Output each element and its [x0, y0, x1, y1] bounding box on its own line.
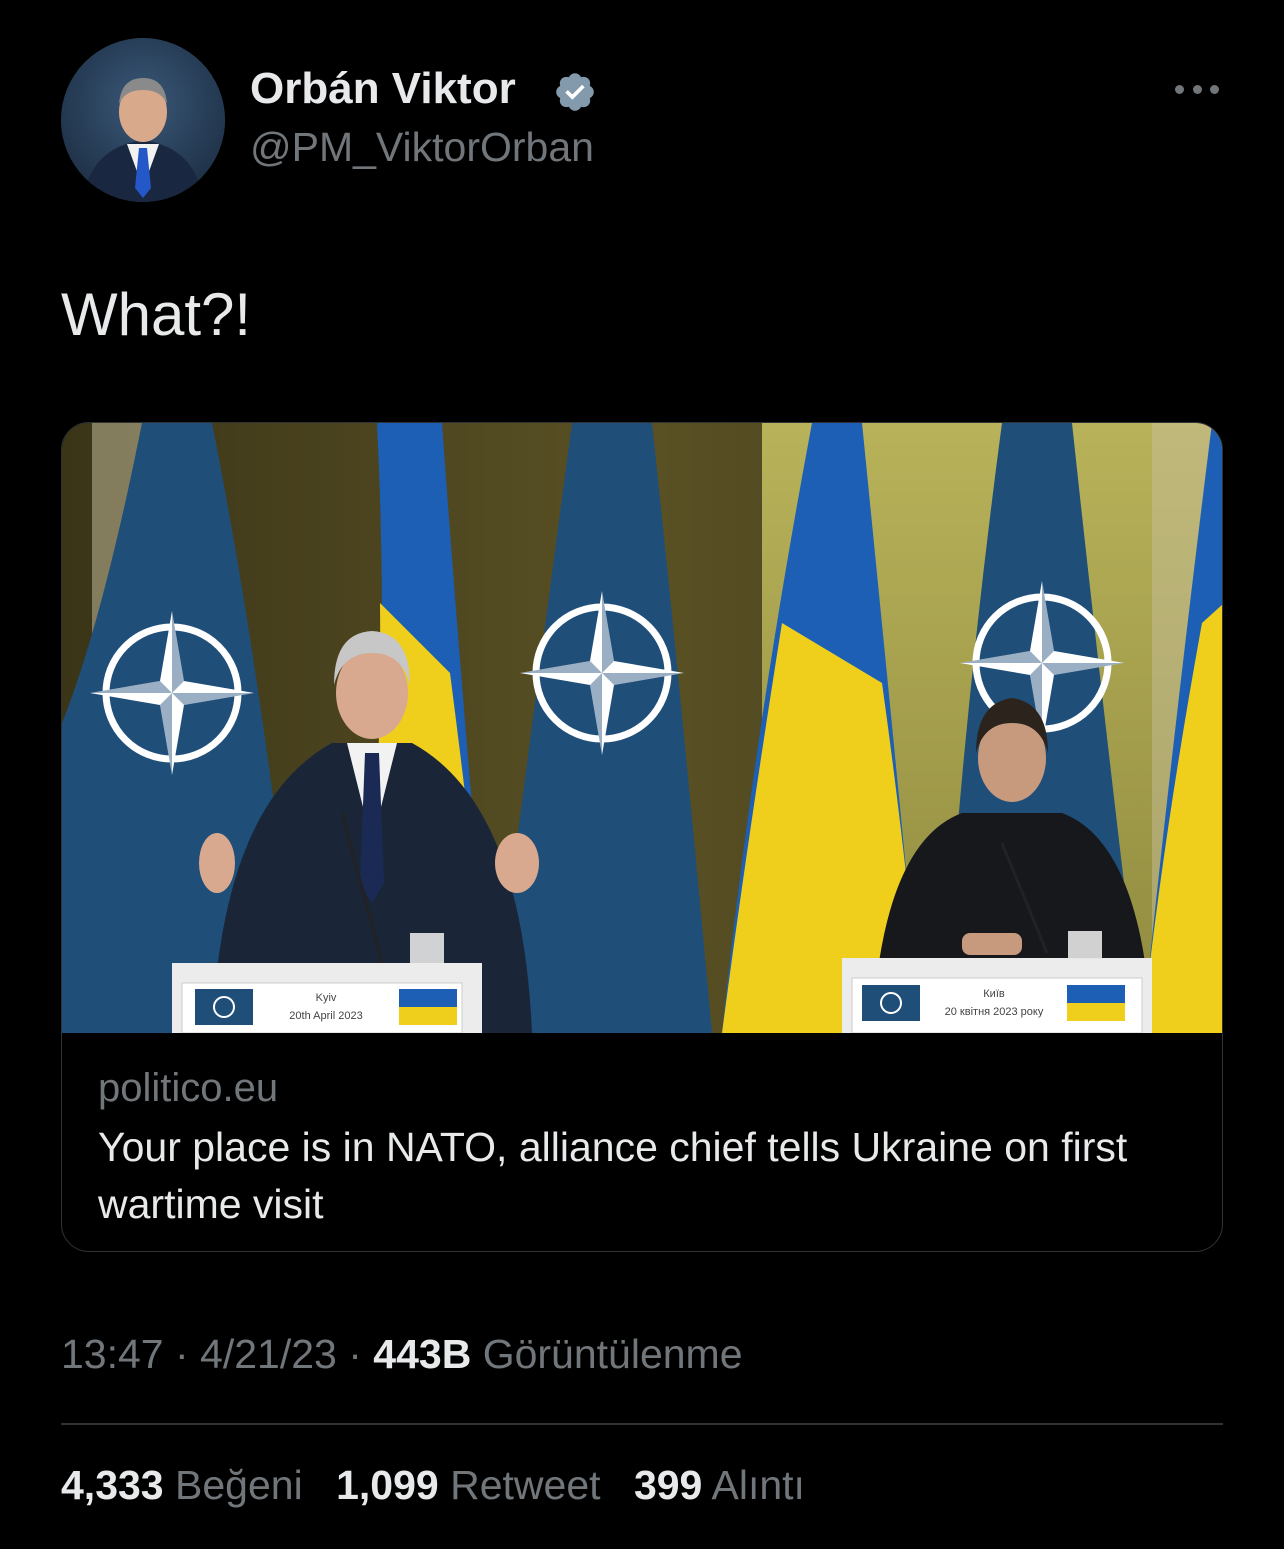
likes-stat[interactable]: 4,333 Beğeni — [61, 1462, 303, 1508]
meta-separator: · — [163, 1331, 201, 1377]
views-count: 443B — [373, 1331, 472, 1377]
retweets-label: Retweet — [450, 1462, 601, 1508]
left-podium-date: 20th April 2023 — [289, 1010, 362, 1022]
quotes-count: 399 — [633, 1462, 703, 1508]
tweet-metadata: 13:47 · 4/21/23 · 443B Görüntülenme — [61, 1331, 743, 1378]
link-domain: politico.eu — [98, 1066, 279, 1110]
more-dot-icon — [1175, 84, 1184, 94]
right-podium-date: 20 квітня 2023 року — [945, 1006, 1044, 1018]
more-dot-icon — [1210, 84, 1219, 94]
right-podium-city: Київ — [983, 988, 1005, 1000]
more-dot-icon — [1192, 84, 1202, 94]
meta-separator: · — [336, 1331, 374, 1377]
link-title: Your place is in NATO, alliance chief te… — [98, 1124, 1128, 1227]
views-label: Görüntülenme — [482, 1331, 743, 1377]
tweet-date[interactable]: 4/21/23 — [200, 1331, 337, 1377]
retweets-count: 1,099 — [336, 1462, 439, 1508]
article-photo: Kyiv 20th April 2023 Київ 20 квітня 2023… — [62, 423, 1222, 1033]
author-handle[interactable]: @PM_ViktorOrban — [250, 124, 594, 171]
quotes-stat[interactable]: 399 Alıntı — [634, 1462, 805, 1508]
engagement-stats: 4,333 Beğeni 1,099 Retweet 399 Alıntı — [61, 1462, 827, 1509]
author-display-name[interactable]: Orbán Viktor — [250, 64, 516, 114]
left-podium-city: Kyiv — [316, 992, 337, 1004]
tweet-time[interactable]: 13:47 — [61, 1331, 164, 1377]
tweet-text: What?! — [61, 281, 252, 348]
author-avatar[interactable] — [61, 38, 225, 202]
link-preview-card[interactable]: Kyiv 20th April 2023 Київ 20 квітня 2023… — [61, 422, 1223, 1252]
verified-badge-icon — [556, 73, 594, 111]
retweets-stat[interactable]: 1,099 Retweet — [336, 1462, 600, 1508]
likes-label: Beğeni — [175, 1462, 303, 1508]
divider — [61, 1423, 1223, 1425]
quotes-label: Alıntı — [711, 1462, 805, 1508]
more-options-button[interactable] — [1172, 72, 1222, 106]
likes-count: 4,333 — [61, 1462, 164, 1508]
